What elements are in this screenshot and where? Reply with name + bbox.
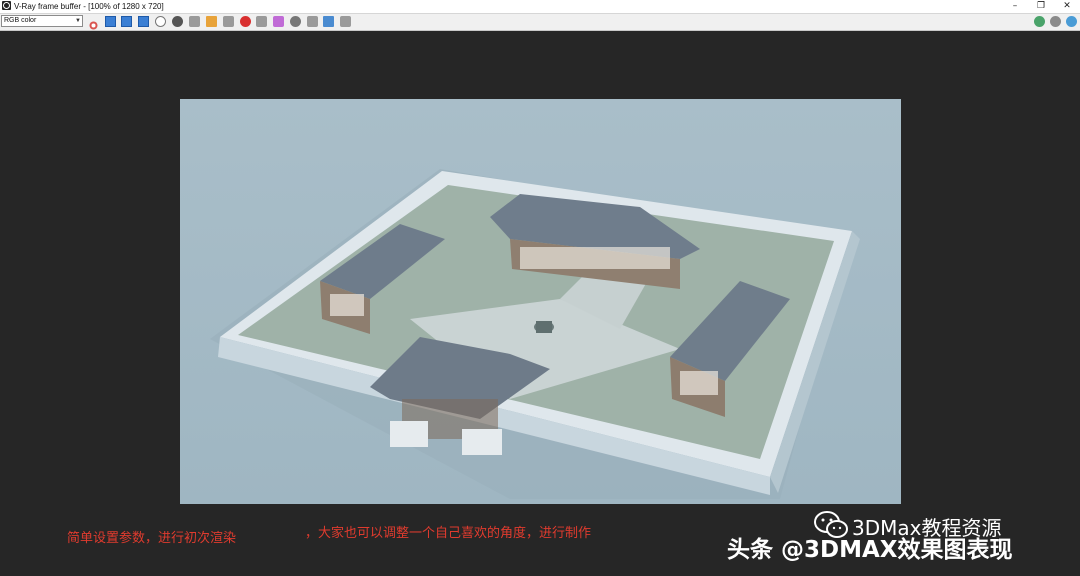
- monochrome-icon[interactable]: [172, 16, 183, 27]
- clear-image-icon[interactable]: [223, 16, 234, 27]
- caption-left: 简单设置参数，进行初次渲染: [67, 531, 237, 546]
- gear-icon[interactable]: [1050, 16, 1061, 27]
- alpha-channel-icon[interactable]: [155, 16, 166, 27]
- blue-channel-button[interactable]: [138, 16, 149, 27]
- title-bar: V-Ray frame buffer - [100% of 1280 x 720…: [0, 0, 1080, 14]
- region-render-icon[interactable]: [273, 16, 284, 27]
- chevron-down-icon: ▼: [75, 18, 81, 24]
- window-title: V-Ray frame buffer - [100% of 1280 x 720…: [14, 2, 164, 11]
- green-channel-button[interactable]: [121, 16, 132, 27]
- caption-right: ，大家也可以调整一个自己喜欢的角度，进行制作: [305, 526, 592, 541]
- rendered-image: [180, 99, 901, 504]
- load-image-icon[interactable]: [206, 16, 217, 27]
- rgb-channels-icon[interactable]: [88, 16, 99, 30]
- track-mouse-icon[interactable]: [256, 16, 267, 27]
- link-icon[interactable]: [290, 16, 301, 27]
- channel-select[interactable]: RGB color ▼: [1, 15, 83, 27]
- pixel-info-icon[interactable]: [340, 16, 351, 27]
- display-correction-icon[interactable]: [307, 16, 318, 27]
- save-image-icon[interactable]: [189, 16, 200, 27]
- watermark-main: 头条 @3DMAX效果图表现: [727, 537, 1013, 563]
- globe-icon[interactable]: [1034, 16, 1045, 27]
- channel-select-value: RGB color: [4, 17, 37, 24]
- red-channel-button[interactable]: [105, 16, 116, 27]
- stop-render-icon[interactable]: [240, 16, 251, 27]
- close-button[interactable]: ✕: [1056, 0, 1078, 13]
- restore-button[interactable]: ❐: [1030, 0, 1052, 13]
- vray-app-icon: [2, 1, 11, 10]
- minimize-button[interactable]: –: [1004, 0, 1026, 13]
- lut-icon[interactable]: [323, 16, 334, 27]
- vfb-toolbar: RGB color ▼: [0, 14, 1080, 31]
- lens-icon[interactable]: [1066, 16, 1077, 27]
